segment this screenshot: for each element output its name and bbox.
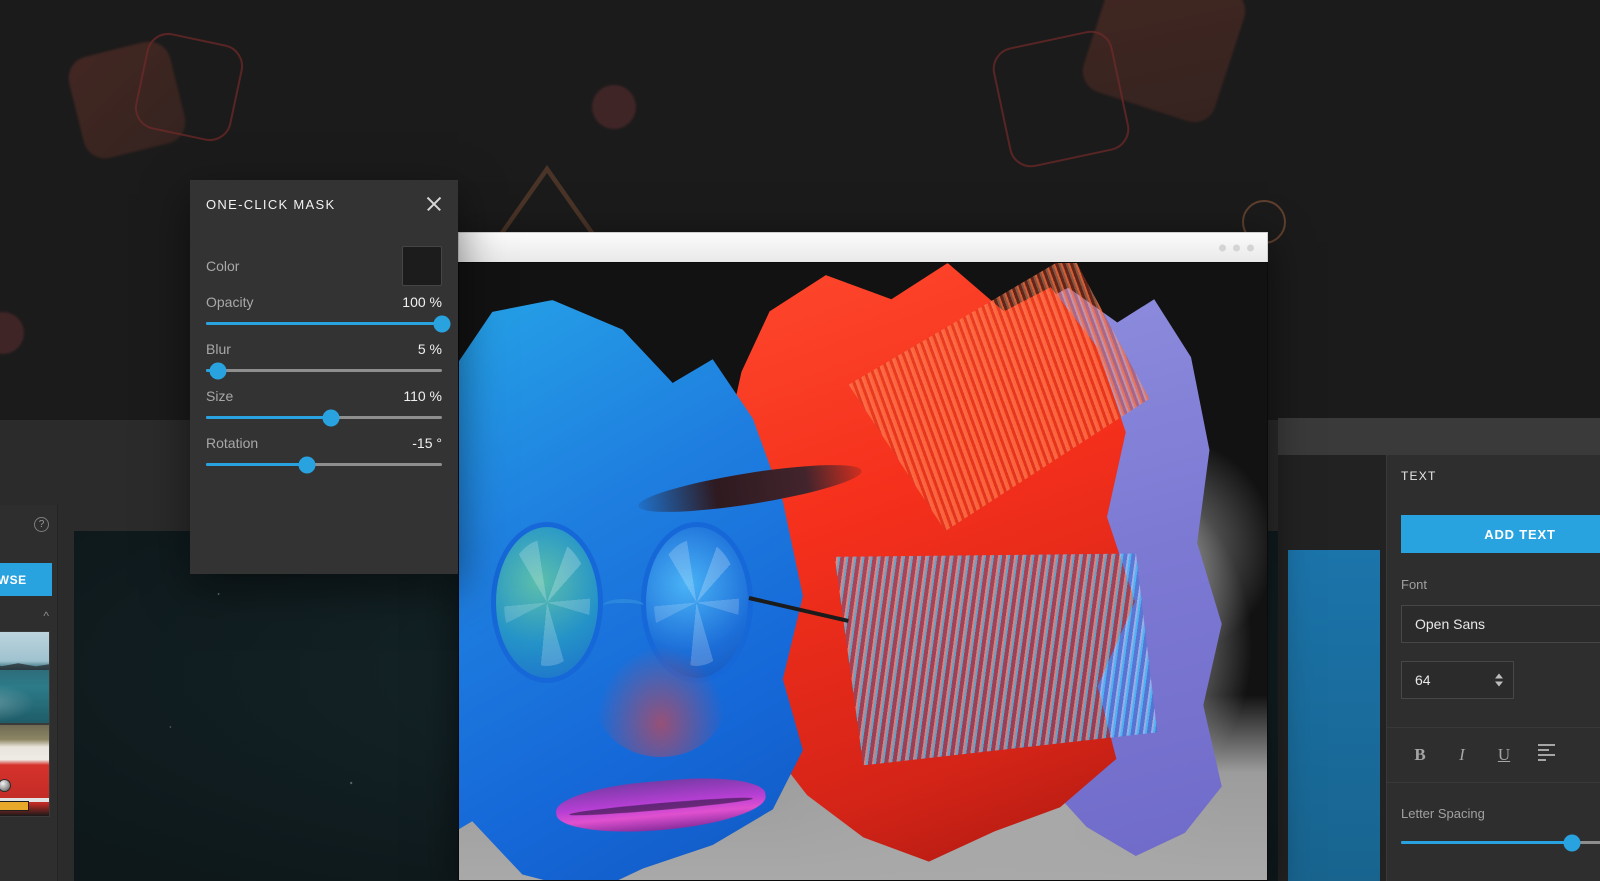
- window-dot-3[interactable]: [1247, 244, 1254, 251]
- text-panel: TEXT ADD TEXT Font Open Sans 64 B I U Le…: [1386, 455, 1600, 881]
- window-dot-2[interactable]: [1233, 244, 1240, 251]
- bold-button[interactable]: B: [1399, 745, 1441, 765]
- font-size-stepper[interactable]: [1495, 673, 1503, 687]
- one-click-mask-dialog: ONE-CLICK MASK Color Opacity 100 % Blur …: [190, 180, 458, 574]
- size-slider-header: Size 110 %: [206, 388, 442, 404]
- letter-spacing-slider-knob[interactable]: [1563, 834, 1581, 851]
- mask-dialog-body: Color Opacity 100 % Blur 5 % Size 110 % …: [190, 228, 458, 473]
- thumbnail-boat-hull: [0, 682, 1, 700]
- blur-slider-header: Blur 5 %: [206, 341, 442, 357]
- text-panel-title: TEXT: [1401, 469, 1437, 483]
- thumbnail-license-plate: [0, 800, 30, 811]
- browser-window: [458, 232, 1268, 881]
- size-slider-fill: [206, 416, 332, 419]
- text-format-toolbar: B I U: [1387, 727, 1600, 783]
- app-root: ? BROWSE ^: [0, 0, 1600, 881]
- square-outline-top-right: [988, 26, 1134, 172]
- right-panel-strip: [1278, 418, 1600, 456]
- color-swatch[interactable]: [402, 246, 442, 286]
- size-label: Size: [206, 388, 234, 404]
- rotation-label: Rotation: [206, 435, 259, 451]
- artwork-lens-left: [491, 522, 604, 683]
- italic-button[interactable]: I: [1441, 745, 1483, 765]
- rotation-slider-knob[interactable]: [298, 456, 316, 473]
- opacity-slider-knob[interactable]: [433, 315, 451, 332]
- rotation-slider-group: Rotation -15 °: [206, 435, 442, 473]
- window-controls[interactable]: [1219, 244, 1254, 251]
- rotation-slider-fill: [206, 463, 308, 466]
- size-slider-knob[interactable]: [322, 409, 340, 426]
- circle-fill-top-center: [592, 85, 636, 129]
- close-icon[interactable]: [422, 192, 446, 216]
- opacity-value: 100 %: [402, 294, 442, 310]
- size-slider[interactable]: [206, 409, 442, 426]
- opacity-slider-header: Opacity 100 %: [206, 294, 442, 310]
- blur-label: Blur: [206, 341, 231, 357]
- blur-slider[interactable]: [206, 362, 442, 379]
- align-left-button[interactable]: [1525, 743, 1567, 766]
- blur-value: 5 %: [417, 341, 442, 357]
- left-sidebar: ? BROWSE ^: [0, 505, 58, 881]
- stepper-down-icon[interactable]: [1495, 681, 1503, 687]
- letter-spacing-slider-fill: [1401, 841, 1573, 844]
- artwork-nose: [596, 645, 726, 757]
- browse-button[interactable]: BROWSE: [0, 563, 52, 596]
- mask-dialog-title: ONE-CLICK MASK: [206, 196, 336, 212]
- font-family-input[interactable]: Open Sans: [1401, 605, 1600, 643]
- color-label: Color: [206, 258, 240, 274]
- triangle-outline-center: [495, 165, 599, 239]
- masked-portrait-artwork[interactable]: [459, 263, 1267, 880]
- thumbnail-car-image: [0, 725, 49, 816]
- square-outline-top-left: [130, 28, 248, 146]
- browser-content: [458, 262, 1268, 881]
- size-slider-group: Size 110 %: [206, 388, 442, 426]
- rotation-slider[interactable]: [206, 456, 442, 473]
- opacity-slider-group: Opacity 100 %: [206, 294, 451, 332]
- stepper-up-icon[interactable]: [1495, 673, 1503, 679]
- window-dot-1[interactable]: [1219, 244, 1226, 251]
- thumbnail-mountains: [0, 662, 49, 671]
- thumbnail-headlight-3: [0, 778, 12, 792]
- font-size-value: 64: [1415, 672, 1431, 688]
- blur-slider-knob[interactable]: [209, 362, 227, 379]
- artwork-glasses-bridge: [603, 599, 645, 612]
- thumbnail-red-car[interactable]: [0, 724, 50, 817]
- rotation-value: -15 °: [412, 435, 442, 451]
- font-label: Font: [1401, 577, 1428, 592]
- add-text-button[interactable]: ADD TEXT: [1401, 515, 1600, 553]
- opacity-label: Opacity: [206, 294, 254, 310]
- mask-dialog-header: ONE-CLICK MASK: [190, 180, 458, 228]
- opacity-slider-fill: [206, 322, 442, 325]
- underline-button[interactable]: U: [1483, 745, 1525, 765]
- thumbnail-sea-image: [0, 632, 49, 723]
- blur-slider-group: Blur 5 %: [206, 341, 442, 379]
- thumbnail-sea-boat[interactable]: [0, 631, 50, 724]
- letter-spacing-label: Letter Spacing: [1401, 806, 1485, 821]
- browser-titlebar[interactable]: [458, 232, 1268, 262]
- letter-spacing-slider[interactable]: [1401, 834, 1600, 851]
- circle-fill-left-edge: [0, 312, 24, 354]
- font-size-input[interactable]: 64: [1401, 661, 1514, 699]
- right-panel-blue-block: [1288, 550, 1380, 881]
- opacity-slider[interactable]: [206, 315, 451, 332]
- size-value: 110 %: [403, 388, 442, 404]
- help-icon[interactable]: ?: [34, 517, 49, 532]
- color-row: Color: [206, 244, 442, 288]
- rotation-slider-header: Rotation -15 °: [206, 435, 442, 451]
- chevron-up-icon[interactable]: ^: [43, 610, 49, 622]
- align-left-icon: [1537, 743, 1555, 762]
